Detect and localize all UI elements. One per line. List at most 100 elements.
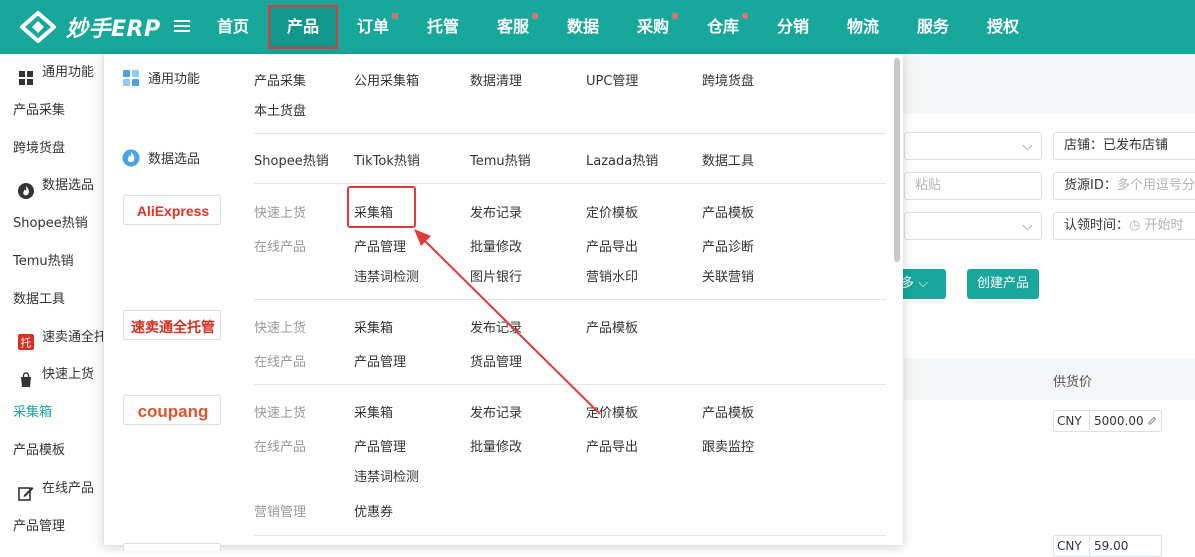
filter-select-2[interactable] bbox=[904, 212, 1042, 240]
link-goods-manage[interactable]: 货品管理 bbox=[470, 351, 522, 370]
edit-icon[interactable] bbox=[1147, 416, 1157, 426]
sidebar-item-label: 在线产品 bbox=[42, 480, 95, 496]
link-data-tools[interactable]: 数据工具 bbox=[702, 150, 754, 169]
sidebar-item[interactable]: 快速上货 bbox=[0, 356, 104, 394]
link-product-manage[interactable]: 产品管理 bbox=[354, 351, 406, 370]
next-platform-logo bbox=[123, 543, 221, 551]
link-related-marketing[interactable]: 关联营销 bbox=[702, 266, 754, 285]
price-field[interactable]: CNY 59.00 bbox=[1053, 535, 1162, 557]
link-upc-manage[interactable]: UPC管理 bbox=[586, 70, 638, 89]
link-product-manage[interactable]: 产品管理 bbox=[354, 236, 406, 255]
sidebar-item[interactable]: 跨境货盘 bbox=[0, 130, 104, 168]
price-field[interactable]: CNY 5000.00 bbox=[1053, 410, 1162, 432]
sidebar-item[interactable]: 产品模板 bbox=[0, 432, 104, 470]
app-logo[interactable]: 妙手ERP bbox=[18, 10, 161, 44]
link-image-bank[interactable]: 图片银行 bbox=[470, 266, 522, 285]
label-quick-listing: 快速上货 bbox=[254, 206, 307, 221]
dropdown-scrollbar[interactable] bbox=[894, 58, 900, 262]
notification-dot bbox=[392, 13, 398, 19]
link-collect-box[interactable]: 采集箱 bbox=[354, 402, 393, 421]
link-pricing-template[interactable]: 定价模板 bbox=[586, 202, 638, 221]
sidebar-item[interactable]: 采集箱 bbox=[0, 394, 104, 432]
link-batch-edit[interactable]: 批量修改 bbox=[470, 436, 522, 455]
link-product-diagnosis[interactable]: 产品诊断 bbox=[702, 236, 754, 255]
link-publish-log[interactable]: 发布记录 bbox=[470, 202, 522, 221]
sidebar-item[interactable]: 产品采集 bbox=[0, 92, 104, 130]
price-value: 59.00 bbox=[1094, 539, 1129, 553]
grid-icon bbox=[18, 64, 34, 85]
chevron-down-icon: ⌵ bbox=[918, 276, 928, 291]
nav-item[interactable]: 首页 bbox=[198, 0, 268, 54]
link-banned-words-check[interactable]: 违禁词检测 bbox=[354, 266, 419, 285]
nav-item[interactable]: 订单 bbox=[338, 0, 408, 54]
link-product-export[interactable]: 产品导出 bbox=[586, 236, 638, 255]
link-banned-words-check[interactable]: 违禁词检测 bbox=[354, 466, 419, 485]
nav-item-label: 分销 bbox=[776, 17, 809, 36]
nav-item[interactable]: 授权 bbox=[968, 0, 1038, 54]
sidebar-item[interactable]: 通用功能 bbox=[0, 54, 104, 92]
link-publish-log[interactable]: 发布记录 bbox=[470, 317, 522, 336]
menu-toggle-icon[interactable] bbox=[174, 17, 190, 37]
nav-item[interactable]: 采购 bbox=[618, 0, 688, 54]
nav-item[interactable]: 仓库 bbox=[688, 0, 758, 54]
sidebar-item[interactable]: 数据工具 bbox=[0, 281, 104, 319]
link-tiktok-hot[interactable]: TikTok热销 bbox=[354, 150, 420, 169]
link-product-export[interactable]: 产品导出 bbox=[586, 436, 638, 455]
link-shopee-hot[interactable]: Shopee热销 bbox=[254, 150, 329, 169]
link-batch-edit[interactable]: 批量修改 bbox=[470, 236, 522, 255]
nav-item[interactable]: 服务 bbox=[898, 0, 968, 54]
sidebar-item[interactable]: Temu热销 bbox=[0, 243, 104, 281]
link-product-template[interactable]: 产品模板 bbox=[702, 202, 754, 221]
link-product-template[interactable]: 产品模板 bbox=[702, 402, 754, 421]
link-collect-box[interactable]: 采集箱 bbox=[354, 317, 393, 336]
link-cross-border-goods[interactable]: 跨境货盘 bbox=[702, 70, 754, 89]
nav-item-label: 产品 bbox=[286, 17, 319, 36]
create-product-label: 创建产品 bbox=[976, 276, 1029, 291]
create-product-button[interactable]: 创建产品 bbox=[967, 269, 1039, 299]
nav-item[interactable]: 物流 bbox=[828, 0, 898, 54]
sidebar-item[interactable]: 托速卖通全托管 bbox=[0, 319, 104, 357]
nav-item[interactable]: 托管 bbox=[408, 0, 478, 54]
divider bbox=[254, 384, 886, 385]
tuo-icon: 托 bbox=[18, 328, 34, 351]
sidebar-item[interactable]: Shopee热销 bbox=[0, 205, 104, 243]
nav-item[interactable]: 数据 bbox=[548, 0, 618, 54]
notification-dot bbox=[742, 13, 748, 19]
paste-input[interactable]: 粘贴 bbox=[904, 172, 1042, 200]
link-local-goods[interactable]: 本土货盘 bbox=[254, 100, 306, 119]
svg-text:coupang: coupang bbox=[138, 402, 209, 421]
link-marketing-watermark[interactable]: 营销水印 bbox=[586, 266, 638, 285]
nav-item-label: 首页 bbox=[216, 17, 249, 36]
link-publish-log[interactable]: 发布记录 bbox=[470, 402, 522, 421]
top-nav-bar: 妙手ERP 首页 产品 订单 托管 客服 数据 采购 仓库 分销 物流 服务 授权 bbox=[0, 0, 1195, 54]
store-select[interactable]: 店铺：已发布店铺 bbox=[1053, 132, 1195, 160]
section-data-select: 数据选品 bbox=[122, 148, 200, 167]
link-follow-sell-monitor[interactable]: 跟卖监控 bbox=[702, 436, 754, 455]
nav-item[interactable]: 产品 bbox=[268, 5, 338, 49]
sidebar-item-label: 速卖通全托管 bbox=[42, 329, 104, 345]
link-product-collect[interactable]: 产品采集 bbox=[254, 70, 306, 89]
section-data-select-title: 数据选品 bbox=[148, 152, 201, 167]
nav-item-label: 订单 bbox=[356, 17, 389, 36]
nav-item[interactable]: 分销 bbox=[758, 0, 828, 54]
sidebar-item-label: 采集箱 bbox=[13, 405, 53, 421]
paste-placeholder: 粘贴 bbox=[915, 178, 942, 193]
sidebar-item[interactable]: 数据选品 bbox=[0, 167, 104, 205]
link-temu-hot[interactable]: Temu热销 bbox=[470, 150, 531, 169]
link-data-cleanup[interactable]: 数据清理 bbox=[470, 70, 522, 89]
link-coupon[interactable]: 优惠券 bbox=[354, 501, 393, 520]
divider bbox=[254, 299, 886, 300]
link-product-template[interactable]: 产品模板 bbox=[586, 317, 638, 336]
nav-item[interactable]: 客服 bbox=[478, 0, 548, 54]
link-lazada-hot[interactable]: Lazada热销 bbox=[586, 150, 658, 169]
source-id-label: 货源ID： bbox=[1064, 178, 1117, 193]
link-pricing-template[interactable]: 定价模板 bbox=[586, 402, 638, 421]
sidebar-item[interactable]: 产品管理 bbox=[0, 508, 104, 546]
label-online-products: 在线产品 bbox=[254, 240, 307, 255]
sidebar-item[interactable]: 在线产品 bbox=[0, 470, 104, 508]
source-id-field[interactable]: 货源ID：多个用逗号分 bbox=[1053, 172, 1195, 200]
filter-select[interactable] bbox=[904, 132, 1042, 160]
link-product-manage[interactable]: 产品管理 bbox=[354, 436, 406, 455]
claim-time-field[interactable]: 认领时间：◷ 开始时 bbox=[1053, 212, 1195, 240]
link-public-collect-box[interactable]: 公用采集箱 bbox=[354, 70, 419, 89]
